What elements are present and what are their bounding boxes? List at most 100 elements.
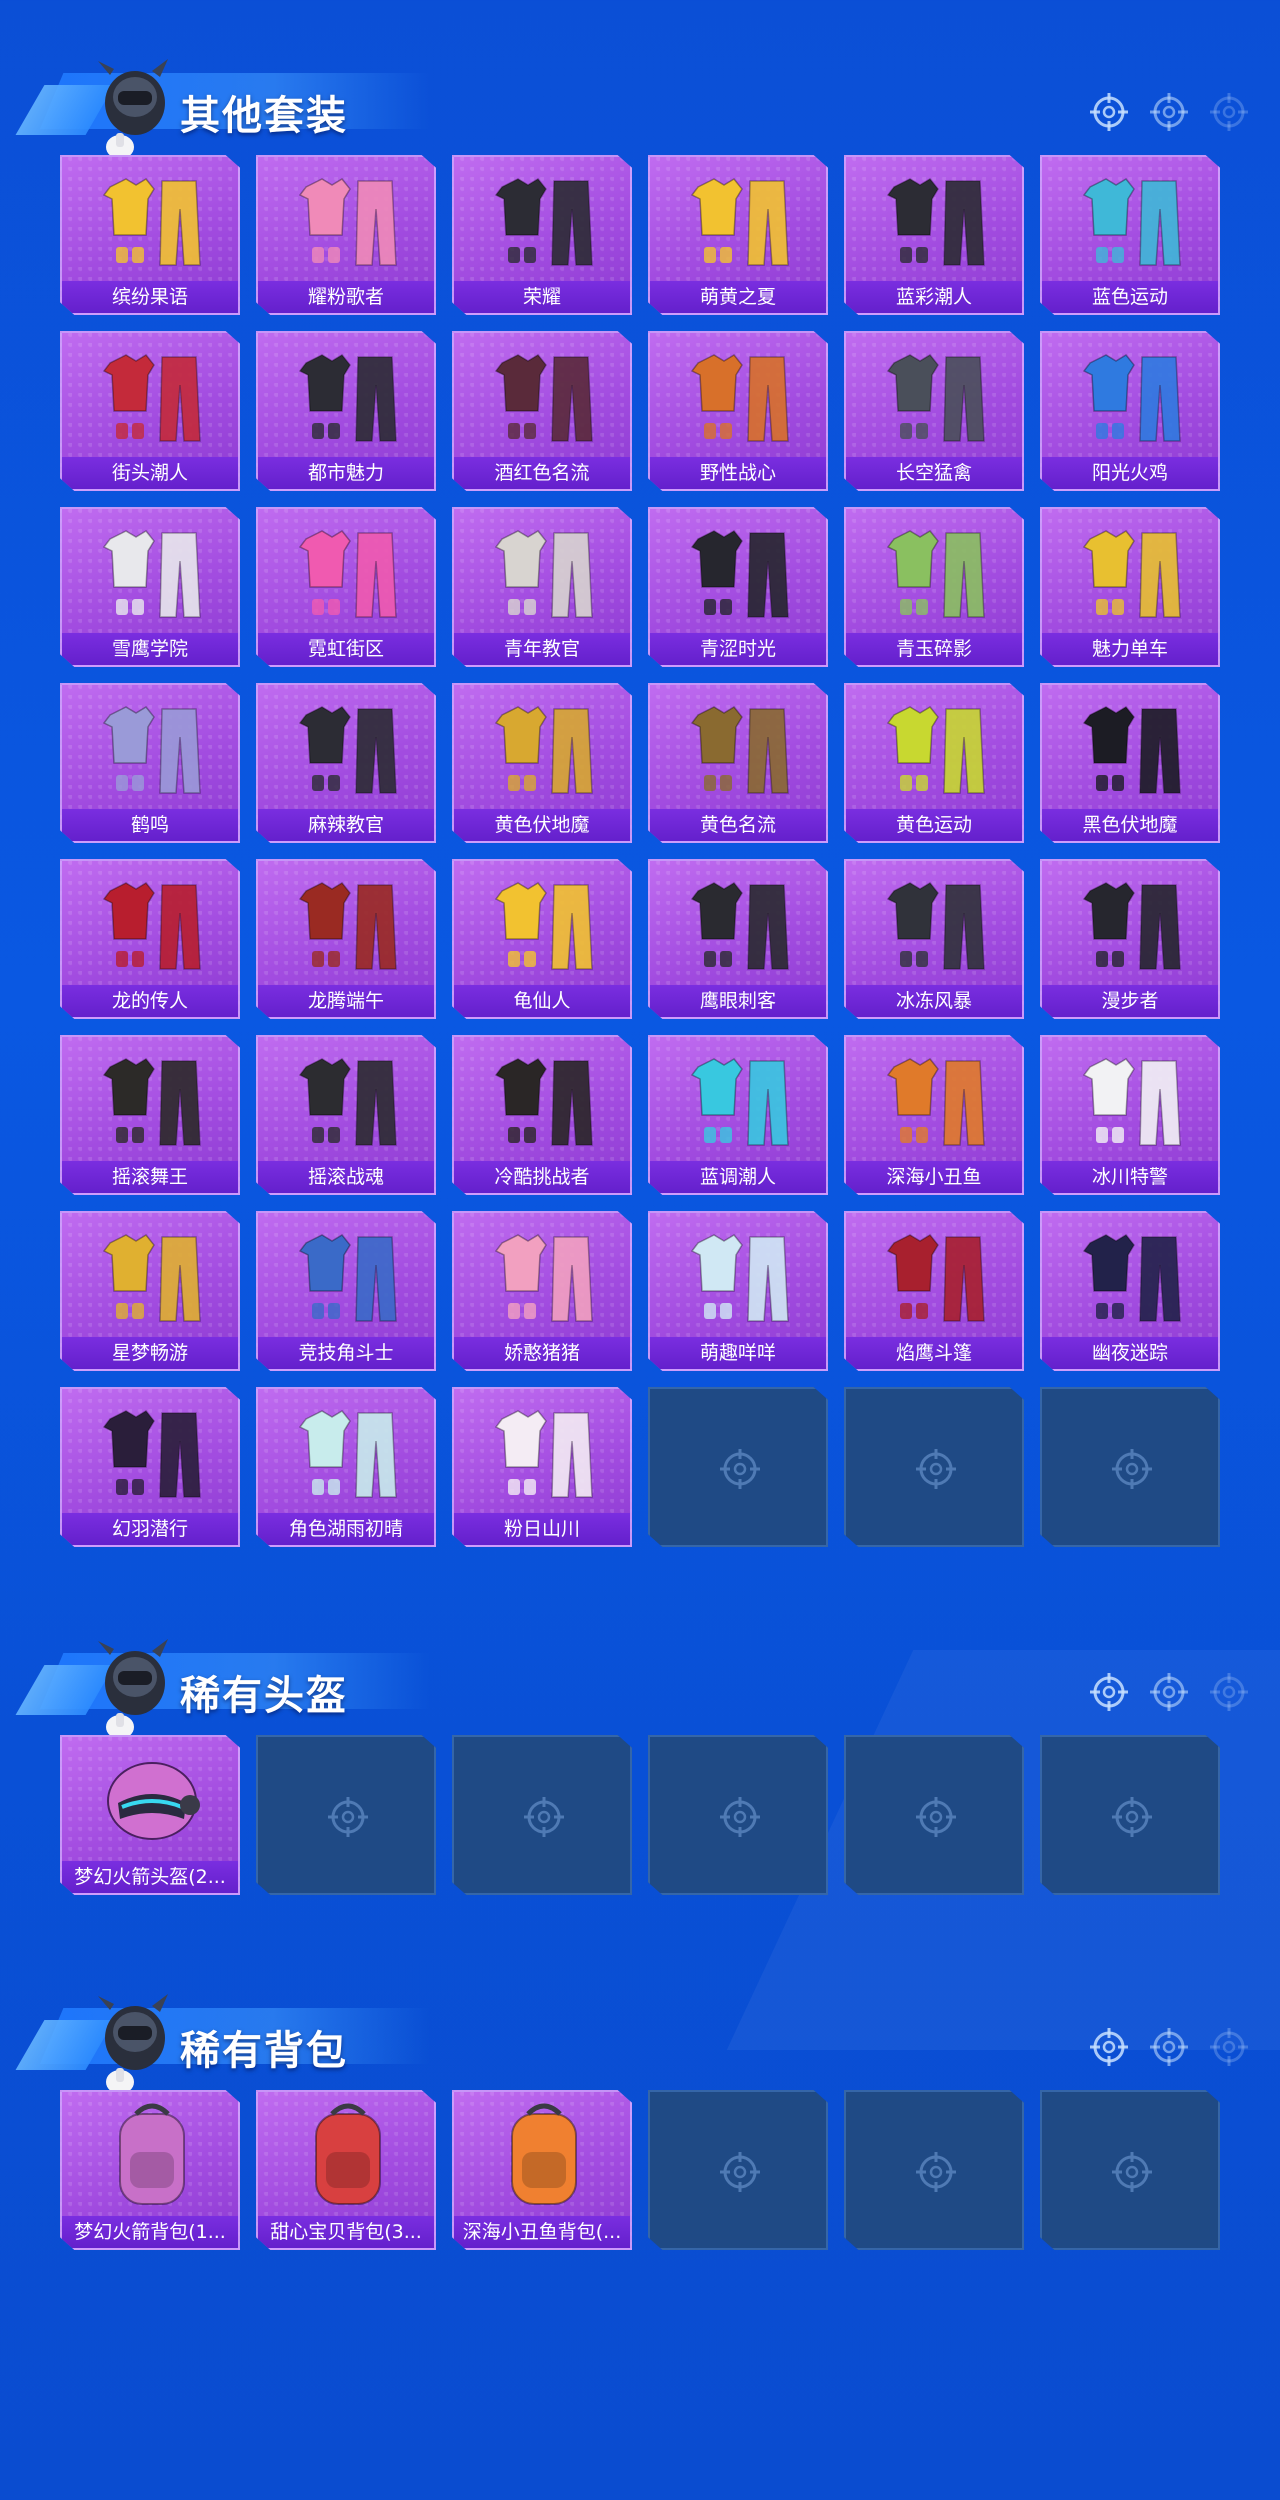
section-header: 稀有背包 [0, 1980, 1280, 2094]
item-card[interactable]: 龟仙人 [452, 859, 632, 1019]
item-card[interactable]: 龙腾端午 [256, 859, 436, 1019]
item-label: 黄色运动 [846, 809, 1022, 841]
outfit-orange-icon [690, 354, 789, 442]
item-grid: 缤纷果语 耀粉歌者 荣耀 萌黄之夏 蓝彩潮人 蓝色运动 街头潮人 都市魅力 酒红… [60, 155, 1220, 1547]
outfit-black-icon [298, 1058, 397, 1146]
item-card[interactable]: 角色湖雨初晴 [256, 1387, 436, 1547]
item-card[interactable]: 长空猛禽 [844, 331, 1024, 491]
item-card[interactable]: 龙的传人 [60, 859, 240, 1019]
item-card[interactable]: 摇滚舞王 [60, 1035, 240, 1195]
item-card[interactable]: 青年教官 [452, 507, 632, 667]
item-label: 摇滚舞王 [62, 1161, 238, 1193]
crosshair-icon [1210, 1673, 1248, 1711]
item-card[interactable]: 摇滚战魂 [256, 1035, 436, 1195]
outfit-white-icon [690, 1234, 789, 1322]
item-card[interactable]: 都市魅力 [256, 331, 436, 491]
item-label: 霓虹街区 [258, 633, 434, 665]
item-label: 青年教官 [454, 633, 630, 665]
empty-slot-crosshair-icon [524, 1797, 564, 1837]
item-label: 魅力单车 [1042, 633, 1218, 665]
item-card[interactable]: 冰冻风暴 [844, 859, 1024, 1019]
item-card[interactable]: 雪鹰学院 [60, 507, 240, 667]
item-card[interactable]: 星梦畅游 [60, 1211, 240, 1371]
item-card[interactable]: 耀粉歌者 [256, 155, 436, 315]
item-card[interactable]: 青涩时光 [648, 507, 828, 667]
empty-slot-crosshair-icon [1112, 1449, 1152, 1489]
outfit-black-icon [298, 354, 397, 442]
item-label: 星梦畅游 [62, 1337, 238, 1369]
item-card[interactable]: 梦幻火箭背包(1... [60, 2090, 240, 2250]
item-card[interactable]: 魅力单车 [1040, 507, 1220, 667]
item-label: 野性战心 [650, 457, 826, 489]
outfit-pink-icon [298, 178, 397, 266]
item-card[interactable]: 幽夜迷踪 [1040, 1211, 1220, 1371]
item-card[interactable]: 野性战心 [648, 331, 828, 491]
empty-slot [256, 1735, 436, 1895]
outfit-lavender-icon [102, 706, 201, 794]
item-card[interactable]: 黄色运动 [844, 683, 1024, 843]
item-card[interactable]: 蓝彩潮人 [844, 155, 1024, 315]
outfit-yellow-icon [1082, 530, 1181, 618]
item-label: 龟仙人 [454, 985, 630, 1017]
item-card[interactable]: 深海小丑鱼背包(... [452, 2090, 632, 2250]
item-card[interactable]: 幻羽潜行 [60, 1387, 240, 1547]
item-label: 娇憨猪猪 [454, 1337, 630, 1369]
outfit-orange-icon [886, 1058, 985, 1146]
item-card[interactable]: 梦幻火箭头盔(2... [60, 1735, 240, 1895]
backpack-icon [315, 2103, 381, 2205]
item-label: 黄色伏地魔 [454, 809, 630, 841]
item-card[interactable]: 缤纷果语 [60, 155, 240, 315]
outfit-red-icon [298, 882, 397, 970]
empty-slot-crosshair-icon [720, 1797, 760, 1837]
crosshair-decoration [1088, 91, 1250, 133]
item-card[interactable]: 萌趣咩咩 [648, 1211, 828, 1371]
item-card[interactable]: 冷酷挑战者 [452, 1035, 632, 1195]
crosshair-icon [1090, 2028, 1128, 2066]
item-card[interactable]: 青玉碎影 [844, 507, 1024, 667]
item-card[interactable]: 蓝调潮人 [648, 1035, 828, 1195]
item-card[interactable]: 焰鹰斗篷 [844, 1211, 1024, 1371]
item-label: 甜心宝贝背包(3... [258, 2216, 434, 2248]
item-card[interactable]: 荣耀 [452, 155, 632, 315]
item-card[interactable]: 粉日山川 [452, 1387, 632, 1547]
item-card[interactable]: 竞技角斗士 [256, 1211, 436, 1371]
item-label: 萌趣咩咩 [650, 1337, 826, 1369]
item-card[interactable]: 娇憨猪猪 [452, 1211, 632, 1371]
item-card[interactable]: 酒红色名流 [452, 331, 632, 491]
item-label: 幻羽潜行 [62, 1513, 238, 1545]
item-card[interactable]: 冰川特警 [1040, 1035, 1220, 1195]
item-label: 长空猛禽 [846, 457, 1022, 489]
item-label: 冷酷挑战者 [454, 1161, 630, 1193]
crosshair-icon [1210, 2028, 1248, 2066]
outfit-brown-icon [690, 706, 789, 794]
item-card[interactable]: 阳光火鸡 [1040, 331, 1220, 491]
item-label: 耀粉歌者 [258, 281, 434, 313]
section-other-outfits: 其他套装 缤纷果语 耀粉歌者 荣耀 萌黄之夏 蓝彩潮人 蓝色运动 街头潮人 都市… [0, 45, 1280, 1547]
crosshair-icon [1150, 93, 1188, 131]
outfit-blue-icon [1082, 354, 1181, 442]
outfit-yellow-icon [494, 706, 593, 794]
item-label: 漫步者 [1042, 985, 1218, 1017]
item-card[interactable]: 麻辣教官 [256, 683, 436, 843]
item-card[interactable]: 蓝色运动 [1040, 155, 1220, 315]
item-card[interactable]: 深海小丑鱼 [844, 1035, 1024, 1195]
item-label: 青涩时光 [650, 633, 826, 665]
outfit-navy-icon [1082, 1234, 1181, 1322]
item-card[interactable]: 鹰眼刺客 [648, 859, 828, 1019]
item-card[interactable]: 鹤鸣 [60, 683, 240, 843]
item-card[interactable]: 黄色名流 [648, 683, 828, 843]
item-card[interactable]: 甜心宝贝背包(3... [256, 2090, 436, 2250]
outfit-blue-icon [298, 1234, 397, 1322]
outfit-red-icon [886, 1234, 985, 1322]
empty-slot-crosshair-icon [1112, 2152, 1152, 2192]
crosshair-decoration [1088, 2026, 1250, 2068]
item-card[interactable]: 霓虹街区 [256, 507, 436, 667]
outfit-black-icon [298, 706, 397, 794]
empty-slot-crosshair-icon [916, 1797, 956, 1837]
item-card[interactable]: 黄色伏地魔 [452, 683, 632, 843]
item-label: 黄色名流 [650, 809, 826, 841]
item-card[interactable]: 黑色伏地魔 [1040, 683, 1220, 843]
item-card[interactable]: 街头潮人 [60, 331, 240, 491]
item-card[interactable]: 萌黄之夏 [648, 155, 828, 315]
item-card[interactable]: 漫步者 [1040, 859, 1220, 1019]
